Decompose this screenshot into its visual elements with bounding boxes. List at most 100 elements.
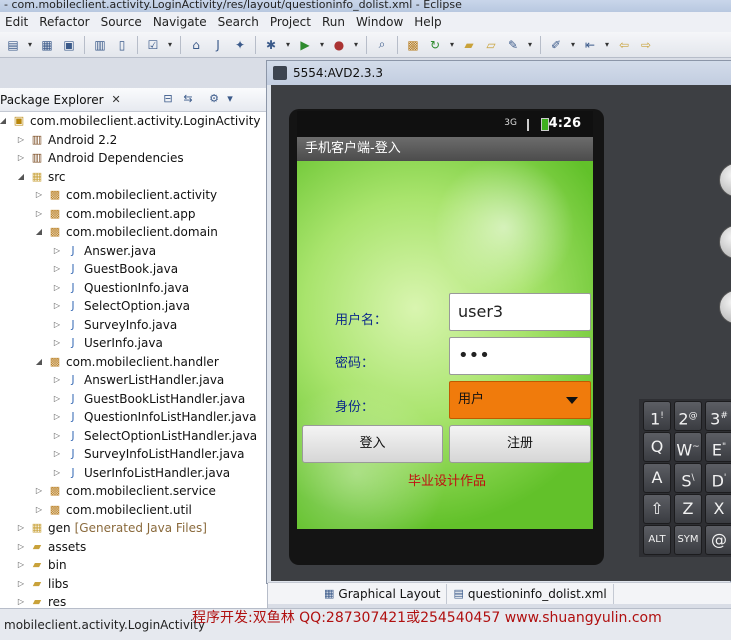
tree-expand-icon[interactable]: ▷ [52,334,62,352]
open-folder-icon[interactable]: ▰ [460,36,478,54]
close-icon[interactable]: ✕ [112,93,121,106]
search-icon[interactable]: ⌕ [373,36,391,54]
tree-expand-icon[interactable]: ▷ [16,575,26,593]
view-menu-icon[interactable]: ⚙ [206,92,222,108]
tree-expand-icon[interactable]: ▷ [52,408,62,426]
pen-icon[interactable]: ✎ [504,36,522,54]
chevron-down-icon[interactable]: ▾ [166,36,174,54]
tree-collapse-icon[interactable]: ◢ [16,168,26,186]
keyboard-key[interactable]: E" [705,432,731,462]
chevron-down-icon[interactable]: ▾ [448,36,456,54]
keyboard-key[interactable]: ALT [643,525,671,555]
password-input[interactable]: ••• [449,337,591,375]
chevron-down-icon[interactable]: ▾ [284,36,292,54]
tree-item[interactable]: ▷ J UserInfo.java [52,334,163,352]
tree-expand-icon[interactable]: ▷ [16,519,26,537]
keyboard-key[interactable]: ⇧ [643,494,671,524]
tree-item[interactable]: ▷ ▥ Android 2.2 [16,131,117,149]
avd-manager-icon[interactable]: ▯ [113,36,131,54]
tree-collapse-icon[interactable]: ◢ [0,112,8,130]
tree-item[interactable]: ▷ ▩ com.mobileclient.activity [34,186,217,204]
tree-collapse-icon[interactable]: ◢ [34,223,44,241]
tree-item[interactable]: ▷ ▥ Android Dependencies [16,149,184,167]
tree-expand-icon[interactable]: ▷ [34,205,44,223]
package-explorer-tab[interactable]: Package Explorer [0,93,104,107]
debug-icon[interactable]: ✱ [262,36,280,54]
tree-item[interactable]: ▷ J SurveyInfo.java [52,316,177,334]
tree-expand-icon[interactable]: ▷ [52,464,62,482]
role-spinner[interactable]: 用户 [449,381,591,419]
last-edit-icon[interactable]: ⇤ [581,36,599,54]
keyboard-key[interactable]: @ [705,525,731,555]
tree-expand-icon[interactable]: ▷ [16,538,26,556]
tree-expand-icon[interactable]: ▷ [52,371,62,389]
menu-project[interactable]: Project [265,15,317,29]
save-icon[interactable]: ▦ [38,36,56,54]
back-icon[interactable]: ⇦ [615,36,633,54]
tree-expand-icon[interactable]: ▷ [34,482,44,500]
menu-refactor[interactable]: Refactor [34,15,95,29]
open-file-icon[interactable]: ▱ [482,36,500,54]
checklist-icon[interactable]: ☑ [144,36,162,54]
menu-search[interactable]: Search [213,15,265,29]
tree-item[interactable]: ▷ ▰ bin [16,556,67,574]
chevron-down-icon[interactable]: ▾ [318,36,326,54]
tree-item[interactable]: ▷ J QuestionInfoListHandler.java [52,408,257,426]
chevron-down-icon[interactable]: ▾ [526,36,534,54]
chevron-down-icon[interactable]: ▾ [26,36,34,54]
login-button[interactable]: 登入 [302,425,443,463]
menu-navigate[interactable]: Navigate [148,15,213,29]
chevron-down-icon[interactable]: ▾ [603,36,611,54]
tree-item[interactable]: ▷ J GuestBook.java [52,260,178,278]
keyboard-key[interactable]: 2@ [674,401,702,431]
open-type-icon[interactable]: ⌂ [187,36,205,54]
tree-item[interactable]: ▷ J AnswerListHandler.java [52,371,224,389]
tree-item[interactable]: ▷ J SelectOptionListHandler.java [52,427,257,445]
tree-item[interactable]: ▷ ▩ com.mobileclient.app [34,205,196,223]
tree-item[interactable]: ◢ ▣ com.mobileclient.activity.LoginActivit… [0,112,261,130]
forward-icon[interactable]: ⇨ [637,36,655,54]
tree-expand-icon[interactable]: ▷ [52,427,62,445]
annotation-icon[interactable]: ✐ [547,36,565,54]
chevron-down-icon[interactable]: ▾ [569,36,577,54]
keyboard-key[interactable]: Q [643,432,671,462]
keyboard-key[interactable]: 3# [705,401,731,431]
keyboard-key[interactable]: D' [705,463,731,493]
link-with-editor-icon[interactable]: ⇆ [180,92,196,108]
new-class-icon[interactable]: ▩ [404,36,422,54]
tree-item[interactable]: ▷ ▩ com.mobileclient.util [34,501,192,519]
emulator-control-button[interactable] [719,225,731,259]
keyboard-key[interactable]: W~ [674,432,702,462]
menu-source[interactable]: Source [96,15,148,29]
tree-item[interactable]: ▷ J GuestBookListHandler.java [52,390,245,408]
external-tools-icon[interactable]: ● [330,36,348,54]
register-button[interactable]: 注册 [449,425,591,463]
tree-expand-icon[interactable]: ▷ [52,445,62,463]
keyboard-key[interactable]: 1! [643,401,671,431]
collapse-all-icon[interactable]: ⊟ [160,92,176,108]
tree-expand-icon[interactable]: ▷ [52,242,62,260]
menu-run[interactable]: Run [317,15,351,29]
tree-item[interactable]: ▷ ▰ libs [16,575,69,593]
tree-item[interactable]: ▷ J QuestionInfo.java [52,279,189,297]
emulator-control-button[interactable] [719,163,731,197]
tree-expand-icon[interactable]: ▷ [52,297,62,315]
tree-item[interactable]: ▷ J SurveyInfoListHandler.java [52,445,245,463]
tree-item[interactable]: ◢ ▦ src [16,168,66,186]
menu-help[interactable]: Help [409,15,447,29]
keyboard-key[interactable]: X [705,494,731,524]
new-icon[interactable]: ▤ [4,36,22,54]
tree-item[interactable]: ▷ J SelectOption.java [52,297,190,315]
refresh-icon[interactable]: ↻ [426,36,444,54]
chevron-down-icon[interactable]: ▾ [352,36,360,54]
tree-item[interactable]: ◢ ▩ com.mobileclient.domain [34,223,218,241]
tree-expand-icon[interactable]: ▷ [16,556,26,574]
tree-item[interactable]: ▷ ▦ gen [Generated Java Files] [16,519,207,537]
print-icon[interactable]: ▣ [60,36,78,54]
menu-window[interactable]: Window [351,15,409,29]
keyboard-key[interactable]: Z [674,494,702,524]
android-sdk-icon[interactable]: ▥ [91,36,109,54]
emulator-control-button[interactable] [719,290,731,324]
tree-expand-icon[interactable]: ▷ [34,501,44,519]
tree-expand-icon[interactable]: ▷ [16,149,26,167]
